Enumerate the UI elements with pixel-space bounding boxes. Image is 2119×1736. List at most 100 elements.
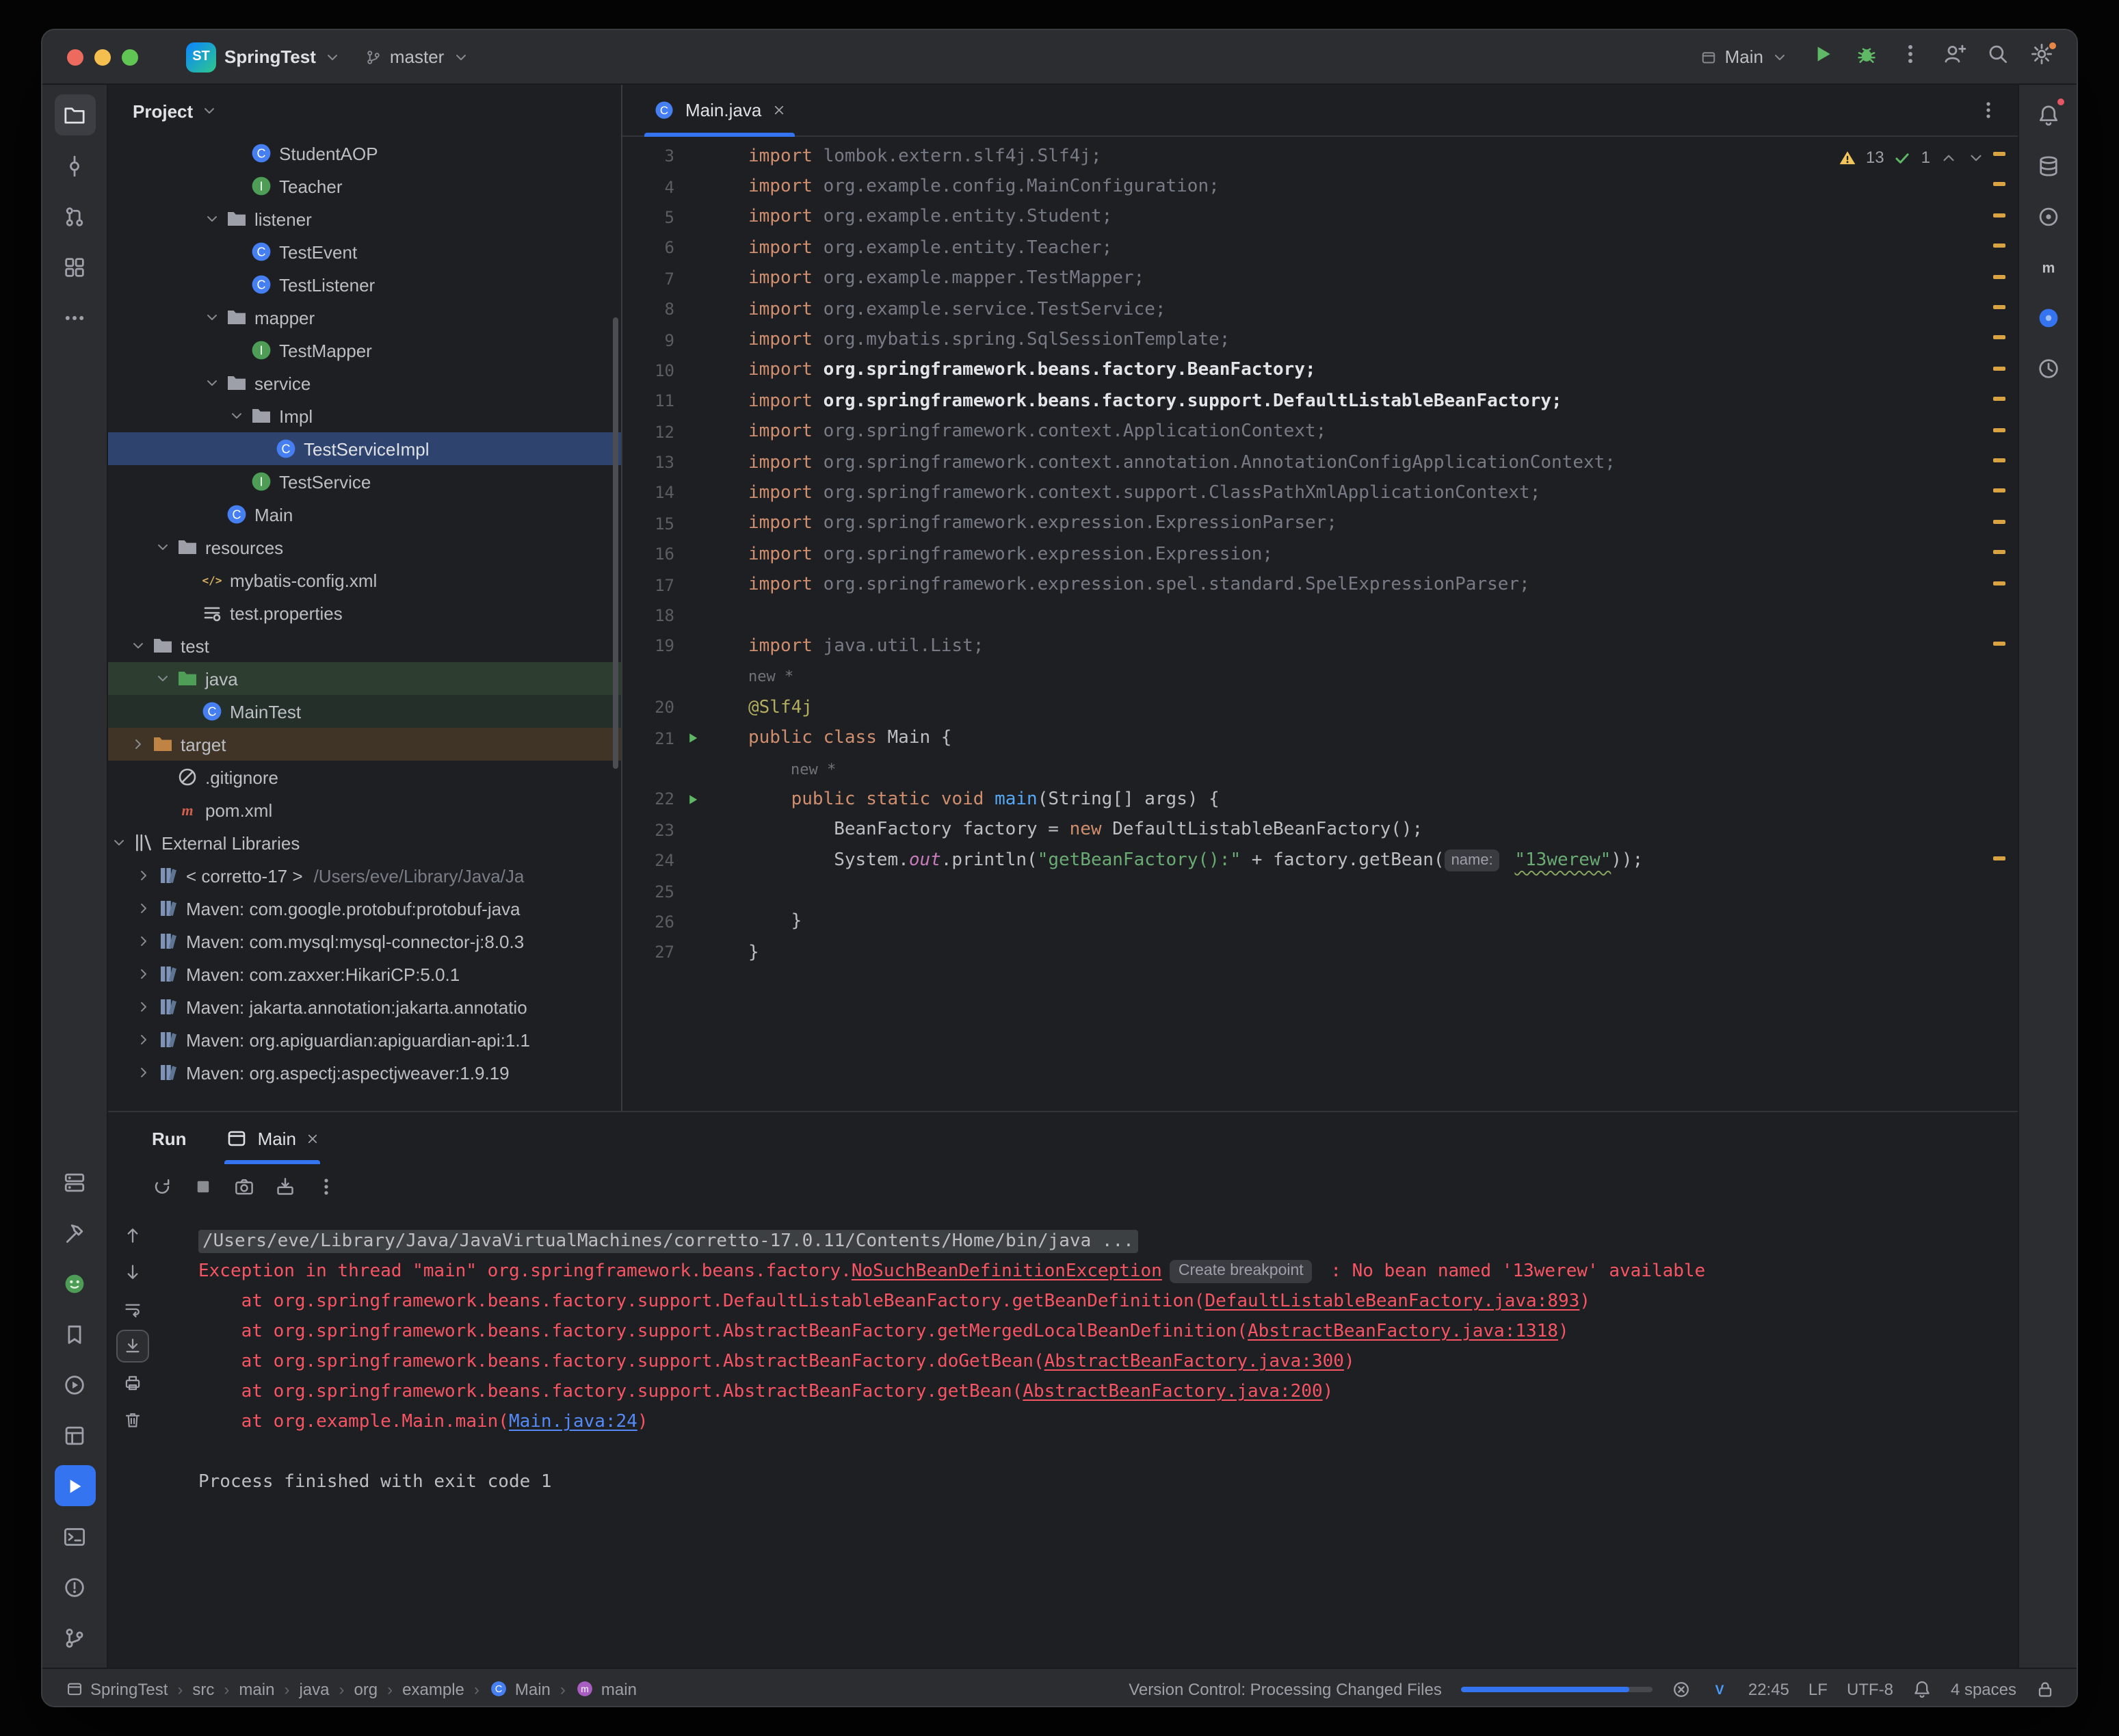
stack-trace-link[interactable]: DefaultListableBeanFactory.java:893 bbox=[1205, 1291, 1579, 1312]
code-line[interactable]: 16 import org.springframework.expression.… bbox=[622, 539, 2018, 570]
chevron-right-icon[interactable] bbox=[133, 1031, 155, 1048]
tool-button-database[interactable] bbox=[2027, 145, 2068, 186]
code-line[interactable]: 3 import lombok.extern.slf4j.Slf4j; bbox=[622, 141, 2018, 172]
tree-item-studentaop[interactable]: C StudentAOP bbox=[108, 137, 621, 170]
code-line[interactable]: 12 import org.springframework.context.App… bbox=[622, 417, 2018, 447]
warning-stripe-mark[interactable] bbox=[1993, 335, 2005, 340]
tool-button-commit[interactable] bbox=[54, 145, 95, 186]
vim-plugin-icon[interactable]: V bbox=[1710, 1679, 1729, 1698]
tool-button-scroll-to-end[interactable] bbox=[116, 1330, 149, 1363]
branch-widget[interactable]: master bbox=[356, 41, 478, 73]
code-line[interactable]: 6 import org.example.entity.Teacher; bbox=[622, 233, 2018, 263]
warning-stripe-mark[interactable] bbox=[1993, 366, 2005, 371]
tool-button-import-results[interactable] bbox=[267, 1168, 302, 1204]
tree-scrollbar[interactable] bbox=[613, 317, 618, 769]
tool-button-problems[interactable] bbox=[54, 1566, 95, 1607]
tree-item-maven-com.mysql-mysql-connector-j-8.0.3[interactable]: Maven: com.mysql:mysql-connector-j:8.0.3 bbox=[108, 925, 621, 958]
zoom-window-button[interactable] bbox=[122, 49, 138, 65]
tool-button-print[interactable] bbox=[116, 1367, 149, 1399]
warning-stripe-mark[interactable] bbox=[1993, 581, 2005, 586]
tool-button-profiler[interactable] bbox=[2027, 347, 2068, 389]
tab-options-icon[interactable] bbox=[1978, 100, 1999, 120]
close-window-button[interactable] bbox=[67, 49, 83, 65]
breadcrumb-java[interactable]: java bbox=[299, 1679, 329, 1698]
tool-button-scroll-down[interactable] bbox=[116, 1256, 149, 1289]
code-vision-inlay[interactable]: new * bbox=[748, 668, 793, 686]
code-line[interactable]: 23 BeanFactory factory = new DefaultList… bbox=[622, 815, 2018, 845]
warning-stripe-mark[interactable] bbox=[1993, 550, 2005, 555]
tool-button-screenshot[interactable] bbox=[226, 1168, 261, 1204]
warning-stripe-mark[interactable] bbox=[1993, 488, 2005, 493]
chevron-right-icon[interactable] bbox=[133, 1064, 155, 1081]
warning-stripe-mark[interactable] bbox=[1993, 642, 2005, 646]
indent-widget[interactable]: 4 spaces bbox=[1951, 1679, 2016, 1698]
tool-button-bookmarks[interactable] bbox=[54, 1313, 95, 1354]
code-line[interactable]: 4 import org.example.config.MainConfigura… bbox=[622, 172, 2018, 202]
code-line[interactable]: 15 import org.springframework.expression.… bbox=[622, 508, 2018, 539]
code-with-me-button[interactable] bbox=[1934, 38, 1973, 76]
tree-item-maven-org.aspectj-aspectjweaver-1.9.19[interactable]: Maven: org.aspectj:aspectjweaver:1.9.19 bbox=[108, 1056, 621, 1089]
stack-trace-link[interactable]: AbstractBeanFactory.java:1318 bbox=[1248, 1321, 1558, 1342]
chevron-down-icon[interactable] bbox=[201, 375, 223, 391]
breadcrumb-org[interactable]: org bbox=[354, 1679, 378, 1698]
encoding-widget[interactable]: UTF-8 bbox=[1847, 1679, 1893, 1698]
chevron-right-icon[interactable] bbox=[133, 966, 155, 982]
code-line[interactable]: 25 bbox=[622, 876, 2018, 907]
tool-button-services[interactable] bbox=[54, 1161, 95, 1202]
stack-trace-link[interactable]: NoSuchBeanDefinitionException bbox=[852, 1261, 1162, 1282]
warning-stripe-mark[interactable] bbox=[1993, 182, 2005, 187]
warning-stripe-mark[interactable] bbox=[1993, 428, 2005, 432]
code-line[interactable]: 26 } bbox=[622, 907, 2018, 938]
tool-button-maven[interactable]: m bbox=[2027, 246, 2068, 287]
tool-button-version-control[interactable] bbox=[54, 1617, 95, 1658]
tool-button-terminal[interactable] bbox=[54, 1516, 95, 1557]
chevron-right-icon[interactable] bbox=[133, 867, 155, 884]
tree-item-mybatis-config.xml[interactable]: </> mybatis-config.xml bbox=[108, 564, 621, 596]
tool-button-ai-plugin[interactable] bbox=[54, 1263, 95, 1304]
run-button[interactable] bbox=[1803, 38, 1841, 76]
tool-button-notifications[interactable] bbox=[2027, 94, 2068, 135]
tree-item-maven-com.zaxxer-hikaricp-5.0.1[interactable]: Maven: com.zaxxer:HikariCP:5.0.1 bbox=[108, 958, 621, 990]
create-breakpoint-badge[interactable]: Create breakpoint bbox=[1170, 1260, 1312, 1283]
tree-item-target[interactable]: target bbox=[108, 728, 621, 761]
chevron-down-icon[interactable] bbox=[152, 670, 174, 687]
warning-stripe-mark[interactable] bbox=[1993, 274, 2005, 279]
minimize-window-button[interactable] bbox=[94, 49, 111, 65]
tool-button-run-dashboard[interactable] bbox=[54, 1364, 95, 1405]
next-problem-button[interactable] bbox=[1967, 148, 1985, 166]
prev-problem-button[interactable] bbox=[1940, 148, 1958, 166]
warning-stripe-mark[interactable] bbox=[1993, 856, 2005, 861]
code-line[interactable]: 11 import org.springframework.beans.facto… bbox=[622, 386, 2018, 417]
chevron-down-icon[interactable] bbox=[201, 211, 223, 227]
settings-button[interactable] bbox=[2022, 38, 2060, 76]
tree-item-maven-org.apiguardian-apiguardian-api-1.1[interactable]: Maven: org.apiguardian:apiguardian-api:1… bbox=[108, 1023, 621, 1056]
code-line[interactable]: 22 public static void main(String[] args… bbox=[622, 784, 2018, 815]
code-vision-inlay[interactable]: new * bbox=[748, 760, 836, 778]
tool-button-pull-requests[interactable] bbox=[54, 196, 95, 237]
tool-button-ai-assistant[interactable] bbox=[2027, 297, 2068, 338]
tab-main-java[interactable]: C Main.java bbox=[636, 85, 802, 137]
tree-item-maintest[interactable]: C MainTest bbox=[108, 695, 621, 728]
code-line[interactable]: 5 import org.example.entity.Student; bbox=[622, 202, 2018, 233]
breadcrumb-springtest[interactable]: SpringTest bbox=[64, 1679, 168, 1698]
notifications-icon[interactable] bbox=[1912, 1679, 1932, 1698]
stack-trace-link[interactable]: AbstractBeanFactory.java:300 bbox=[1044, 1352, 1344, 1372]
more-actions-button[interactable] bbox=[1891, 38, 1929, 76]
tool-button-build[interactable] bbox=[54, 1212, 95, 1253]
breadcrumb-main[interactable]: m main bbox=[575, 1679, 637, 1698]
tool-button-rerun[interactable] bbox=[144, 1168, 179, 1204]
stack-trace-link[interactable]: Main.java:24 bbox=[509, 1412, 637, 1432]
tool-button-clear-all[interactable] bbox=[116, 1404, 149, 1436]
close-icon[interactable] bbox=[771, 103, 786, 118]
breadcrumb-main[interactable]: C Main bbox=[489, 1679, 551, 1698]
breadcrumb-src[interactable]: src bbox=[192, 1679, 214, 1698]
tree-item-test.properties[interactable]: test.properties bbox=[108, 596, 621, 629]
project-panel-header[interactable]: Project bbox=[108, 85, 621, 137]
tree-item-testlistener[interactable]: C TestListener bbox=[108, 268, 621, 301]
tree-item-impl[interactable]: Impl bbox=[108, 399, 621, 432]
search-everywhere-button[interactable] bbox=[1978, 38, 2016, 76]
warning-stripe-mark[interactable] bbox=[1993, 458, 2005, 462]
breadcrumb-main[interactable]: main bbox=[239, 1679, 274, 1698]
code-line[interactable]: 8 import org.example.service.TestService; bbox=[622, 294, 2018, 325]
code-line[interactable]: 9 import org.mybatis.spring.SqlSessionTem… bbox=[622, 325, 2018, 356]
